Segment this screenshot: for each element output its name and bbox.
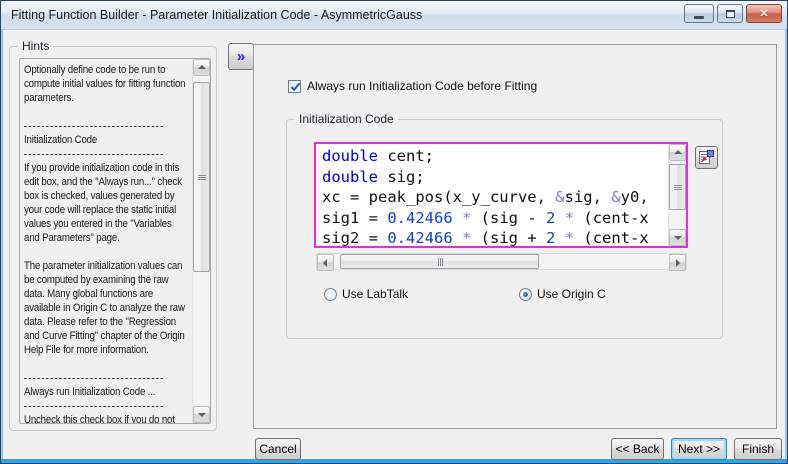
arrow-left-icon [321,259,327,267]
chevron-right-icon: » [237,48,245,65]
hints-textarea: Optionally define code to be run tocompu… [19,58,211,424]
window-border-bottom [1,459,787,463]
code-vscrollbar-thumb[interactable] [669,164,686,210]
use-labtalk-label: Use LabTalk [342,288,408,301]
use-origin-c-radio[interactable] [519,288,532,301]
code-builder-icon [698,149,715,166]
scroll-down-button[interactable] [193,406,210,423]
arrow-down-icon [198,413,206,419]
next-button[interactable]: Next >> [671,438,727,460]
hints-text: Optionally define code to be run tocompu… [24,63,209,424]
thumb-grip-icon [198,175,206,180]
scroll-left-button[interactable] [317,254,334,271]
checkmark-icon [289,80,302,93]
scroll-down-button[interactable] [669,229,686,246]
cancel-button[interactable]: Cancel [255,438,301,460]
thumb-grip-icon [438,258,443,266]
dialog-window: Fitting Function Builder - Parameter Ini… [0,0,788,464]
scroll-up-button[interactable] [193,59,210,76]
back-button[interactable]: << Back [611,438,664,460]
finish-button[interactable]: Finish [734,438,782,460]
always-run-checkbox[interactable] [288,80,301,93]
minimize-button[interactable] [684,4,714,23]
code-text[interactable]: double cent;double sig;xc = peak_pos(x_y… [322,146,667,248]
use-origin-c-label: Use Origin C [537,288,606,301]
code-editor[interactable]: double cent;double sig;xc = peak_pos(x_y… [314,142,688,248]
maximize-button[interactable] [717,4,743,23]
maximize-icon [726,10,735,18]
window-border-left [1,29,3,459]
init-code-group-label: Initialization Code [295,113,398,126]
always-run-checkbox-label: Always run Initialization Code before Fi… [307,80,537,93]
window-title: Fitting Function Builder - Parameter Ini… [11,1,422,29]
thumb-grip-icon [674,185,682,190]
code-vertical-scrollbar[interactable] [668,144,686,246]
code-horizontal-scrollbar[interactable] [316,253,687,270]
arrow-down-icon [674,236,682,242]
hints-scrollbar-thumb[interactable] [193,82,210,272]
title-bar[interactable]: Fitting Function Builder - Parameter Ini… [1,1,787,30]
arrow-up-icon [198,63,206,69]
use-labtalk-radio[interactable] [324,288,337,301]
scroll-right-button[interactable] [669,254,686,271]
close-button[interactable]: ✕ [746,4,782,23]
expand-hints-button[interactable]: » [228,43,254,70]
scroll-up-button[interactable] [669,144,686,161]
hints-scrollbar[interactable] [192,59,210,423]
window-border-right [785,29,787,459]
arrow-up-icon [674,148,682,154]
open-code-builder-button[interactable] [695,146,718,169]
code-hscrollbar-thumb[interactable] [340,254,539,269]
minimize-icon [694,16,704,19]
close-icon: ✕ [747,7,781,20]
arrow-right-icon [676,259,682,267]
hints-group-label: Hints [18,40,53,53]
